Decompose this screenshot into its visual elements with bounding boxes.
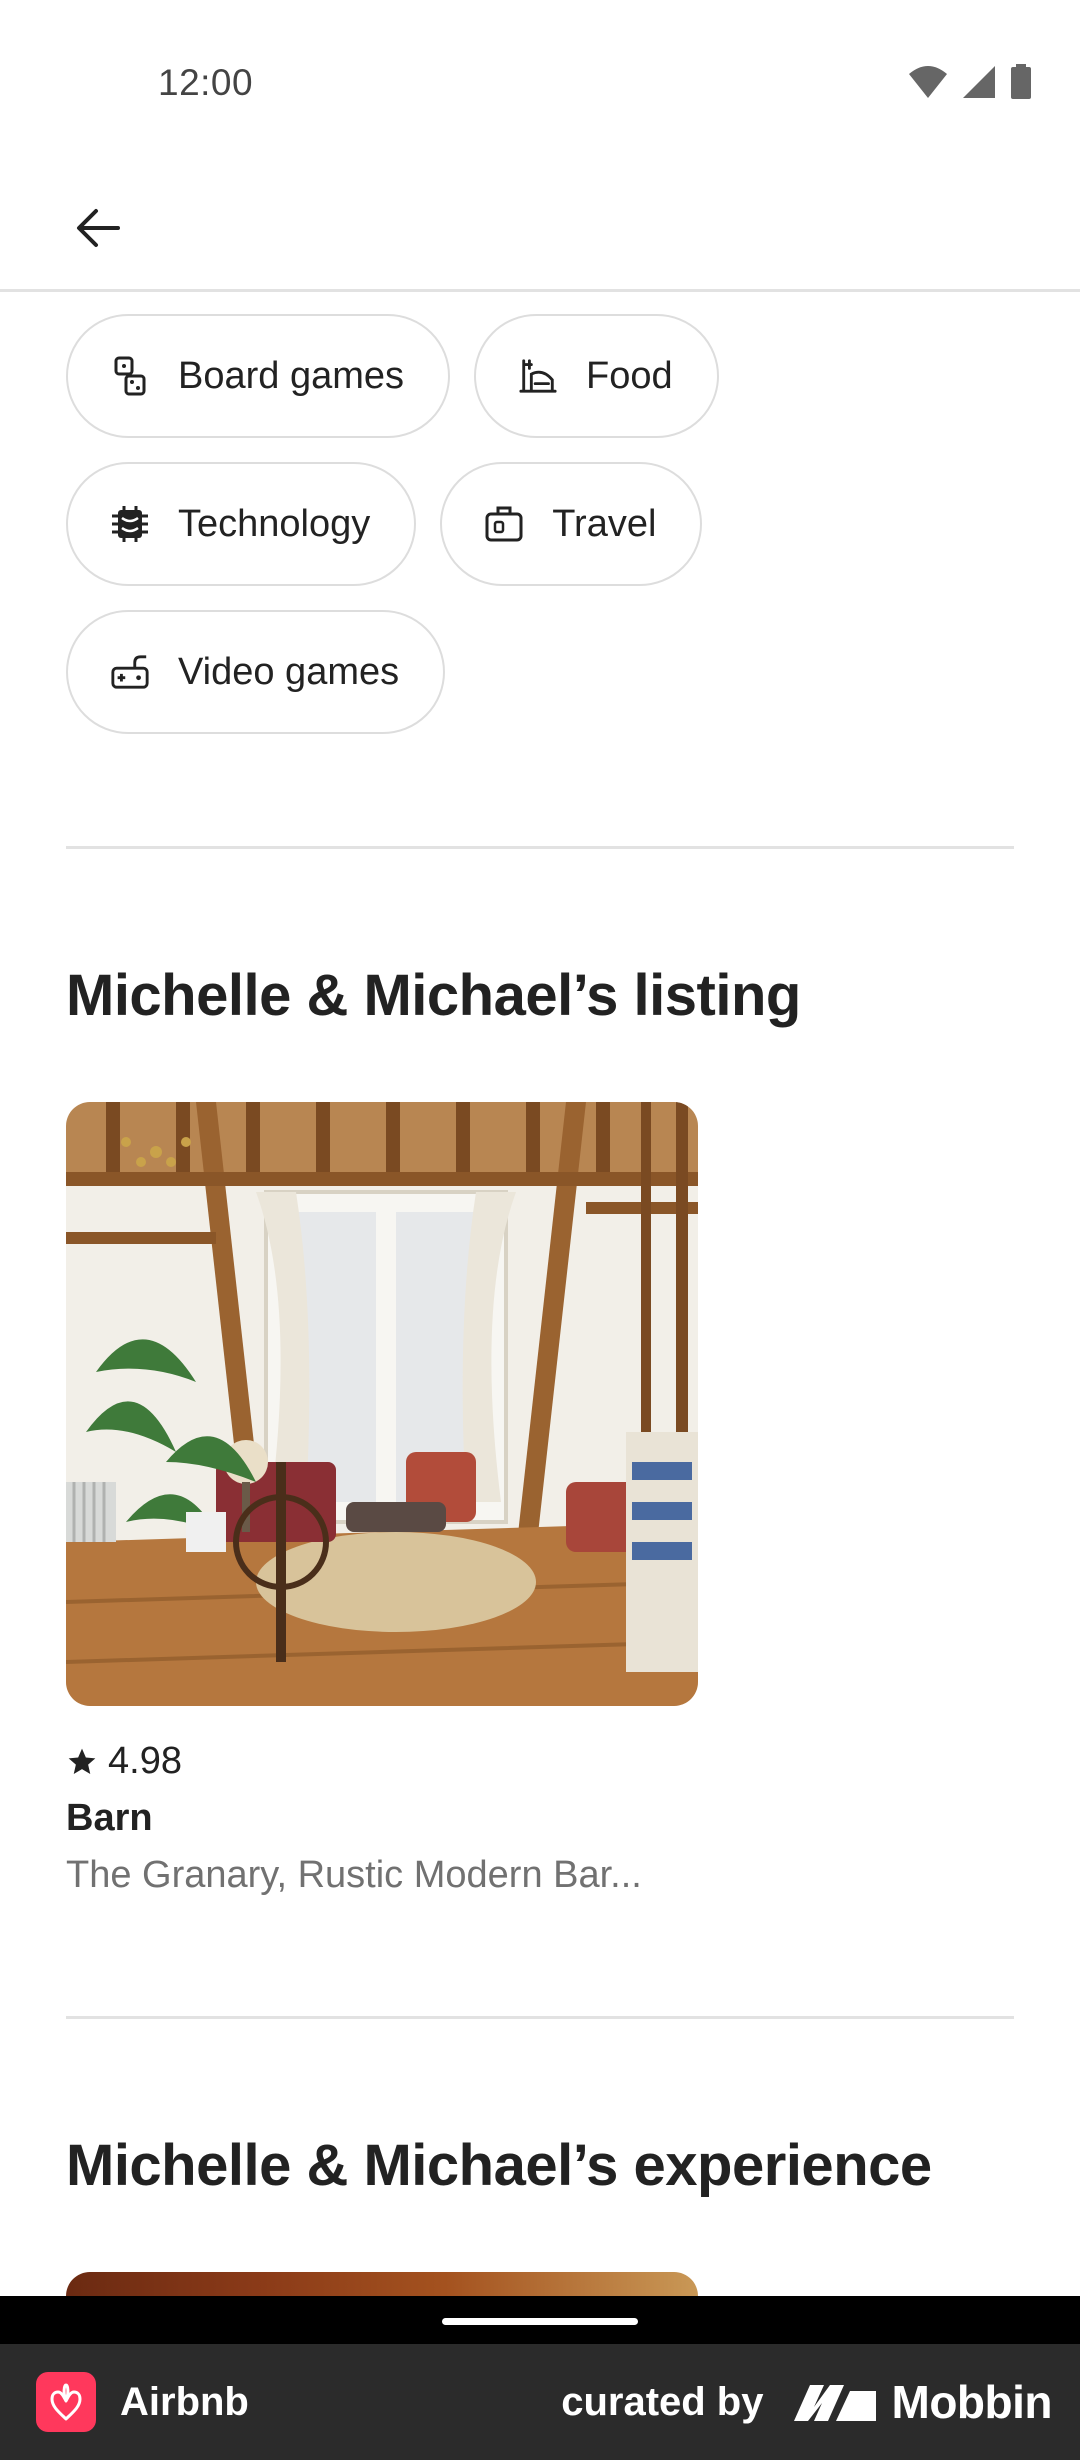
airbnb-logo-icon	[36, 2372, 96, 2432]
listing-rating: 4.98	[66, 1740, 698, 1783]
mobbin-brand: Mobbin	[891, 2376, 1053, 2428]
chip-board-games[interactable]: Board games	[66, 314, 451, 438]
chip-label: Technology	[178, 502, 371, 545]
chip-row: Board games Food	[66, 314, 1026, 438]
wifi-icon	[909, 66, 947, 98]
dice-icon	[110, 356, 150, 396]
listing-section-title: Michelle & Michael’s listing	[66, 963, 801, 1028]
listing-description: The Granary, Rustic Modern Bar...	[66, 1854, 642, 1896]
battery-icon	[1011, 64, 1031, 99]
chip-label: Board games	[178, 354, 405, 397]
listing-card[interactable]: 4.98 Barn The Granary, Rustic Modern Bar…	[66, 1102, 698, 1897]
chip-icon	[110, 504, 150, 544]
footer-app-name: Airbnb	[120, 2379, 249, 2424]
experience-section-title: Michelle & Michael’s experience	[66, 2133, 932, 2198]
chip-video-games[interactable]: Video games	[66, 610, 446, 734]
food-icon	[518, 356, 558, 396]
curated-by-label: curated by	[561, 2379, 764, 2424]
mobbin-logo: Mobbin	[792, 2375, 1053, 2429]
section-divider	[66, 846, 1014, 849]
chip-food[interactable]: Food	[474, 314, 719, 438]
interest-chips: Board games Food Technology Travel Video…	[66, 314, 1026, 758]
listing-photo[interactable]	[66, 1102, 698, 1706]
chip-row: Technology Travel	[66, 462, 1026, 586]
chip-label: Food	[586, 354, 673, 397]
gamepad-icon	[110, 652, 150, 692]
app-header	[0, 168, 1080, 292]
footer-banner: Airbnb curated by Mobbin	[0, 2344, 1080, 2460]
status-bar: 12:00	[0, 0, 1080, 168]
signal-icon	[963, 66, 995, 98]
listing-type: Barn	[66, 1797, 153, 1839]
footer-app: Airbnb	[36, 2372, 249, 2432]
footer-credit: curated by Mobbin	[561, 2375, 1052, 2429]
chip-label: Video games	[178, 650, 400, 693]
back-button[interactable]	[60, 190, 136, 266]
mobbin-mark-icon	[793, 2385, 876, 2421]
star-icon	[68, 1748, 96, 1774]
chip-travel[interactable]: Travel	[440, 462, 703, 586]
rating-value: 4.98	[108, 1740, 182, 1782]
luggage-icon	[484, 504, 524, 544]
system-nav-bar	[0, 2296, 1080, 2344]
status-time: 12:00	[158, 62, 254, 103]
chip-label: Travel	[552, 502, 657, 545]
arrow-left-icon	[77, 209, 120, 247]
home-indicator[interactable]	[442, 2318, 638, 2325]
chip-technology[interactable]: Technology	[66, 462, 417, 586]
status-icons	[908, 64, 1032, 100]
chip-row: Video games	[66, 610, 1026, 734]
section-divider	[66, 2016, 1014, 2019]
